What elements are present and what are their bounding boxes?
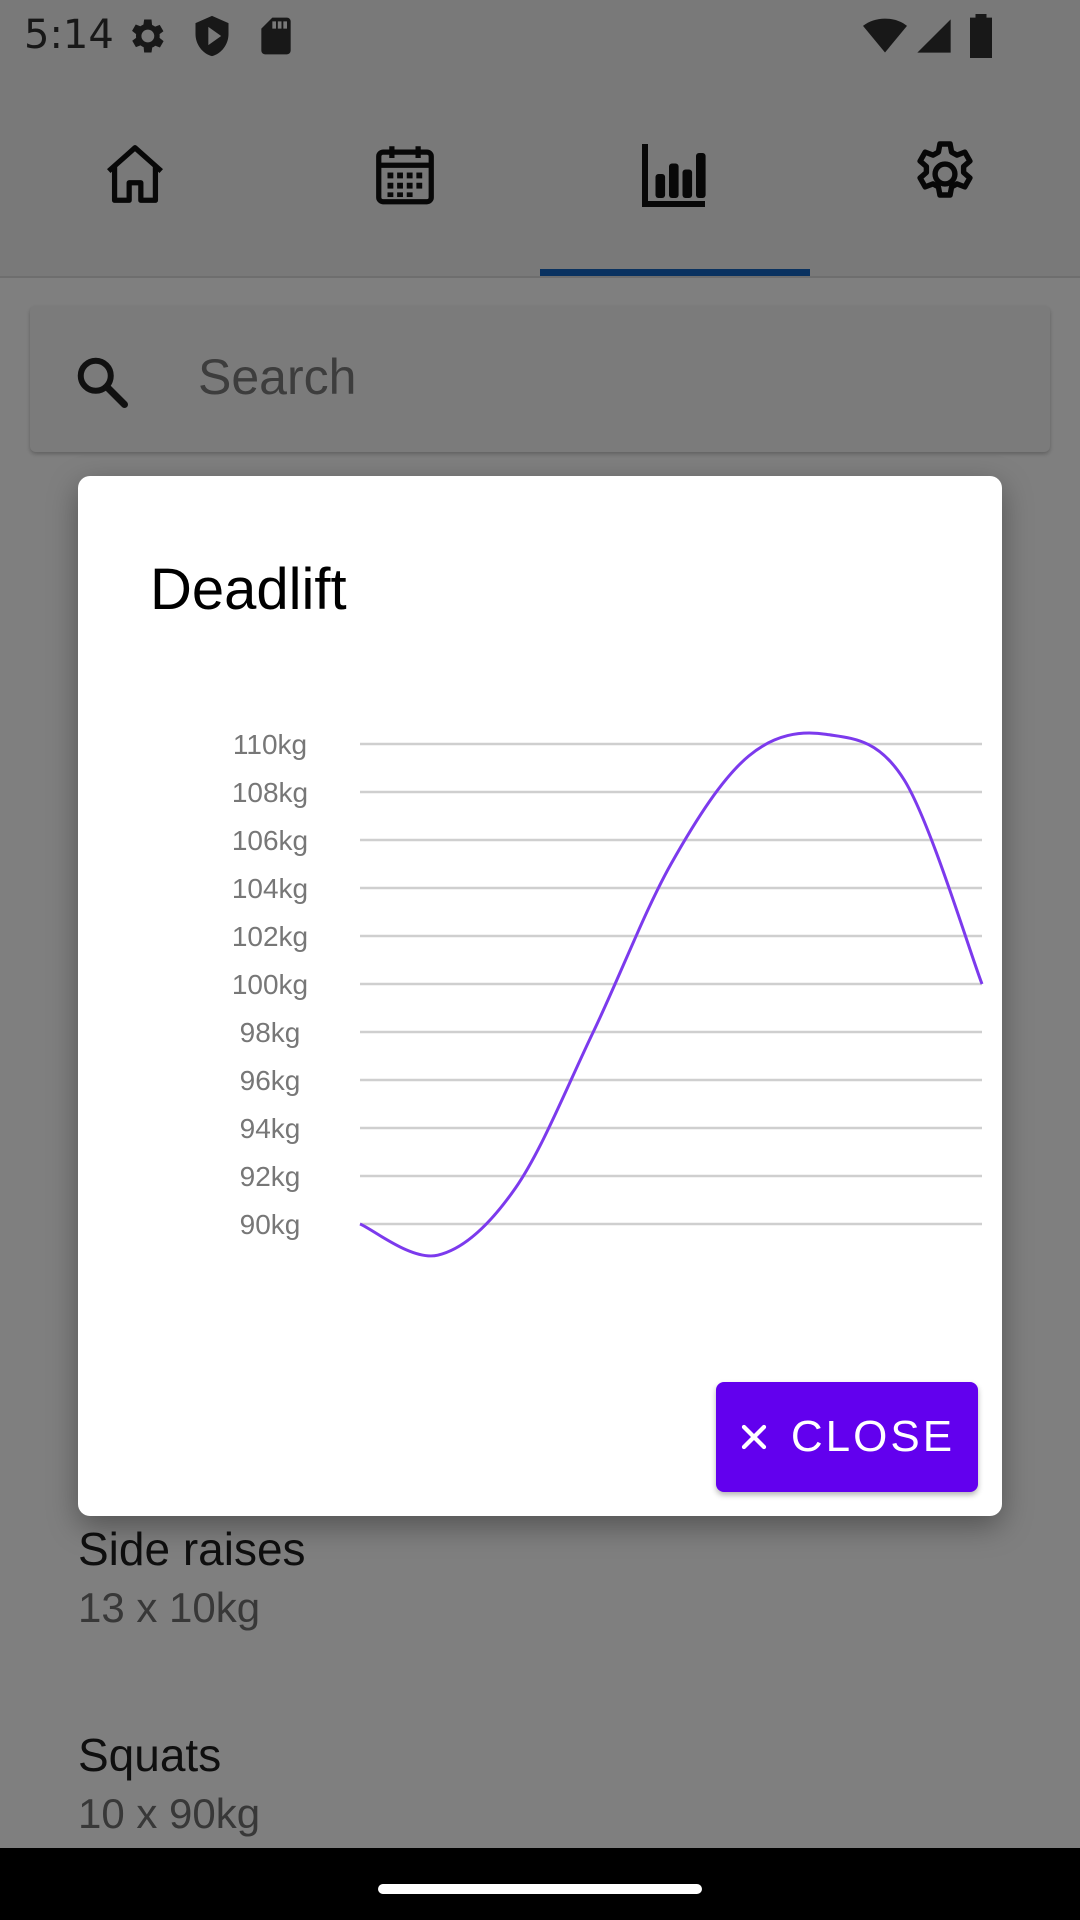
progress-chart: 110kg 108kg 106kg 104kg 102kg 100kg 98kg 96kg 94… xyxy=(232,729,984,1258)
y-tick-label: 106kg xyxy=(232,825,308,856)
y-tick-label: 96kg xyxy=(240,1065,301,1096)
close-label: CLOSE xyxy=(790,1412,956,1461)
y-tick-label: 102kg xyxy=(232,921,308,952)
y-tick-label: 92kg xyxy=(240,1161,301,1192)
close-icon xyxy=(741,1424,767,1450)
chart-dialog: Deadlift 110kg 108kg 106kg 104kg 102kg 100kg 9… xyxy=(78,476,1002,1516)
close-button[interactable]: CLOSE xyxy=(716,1382,978,1492)
dialog-title: Deadlift xyxy=(150,557,347,622)
y-tick-label: 108kg xyxy=(232,777,308,808)
y-tick-label: 104kg xyxy=(232,873,308,904)
y-tick-label: 90kg xyxy=(240,1209,301,1240)
y-tick-label: 100kg xyxy=(232,969,308,1000)
home-handle[interactable] xyxy=(378,1884,702,1894)
y-tick-label: 94kg xyxy=(240,1113,301,1144)
y-tick-label: 110kg xyxy=(233,729,307,760)
y-tick-label: 98kg xyxy=(240,1017,301,1048)
series-line xyxy=(359,731,984,1258)
